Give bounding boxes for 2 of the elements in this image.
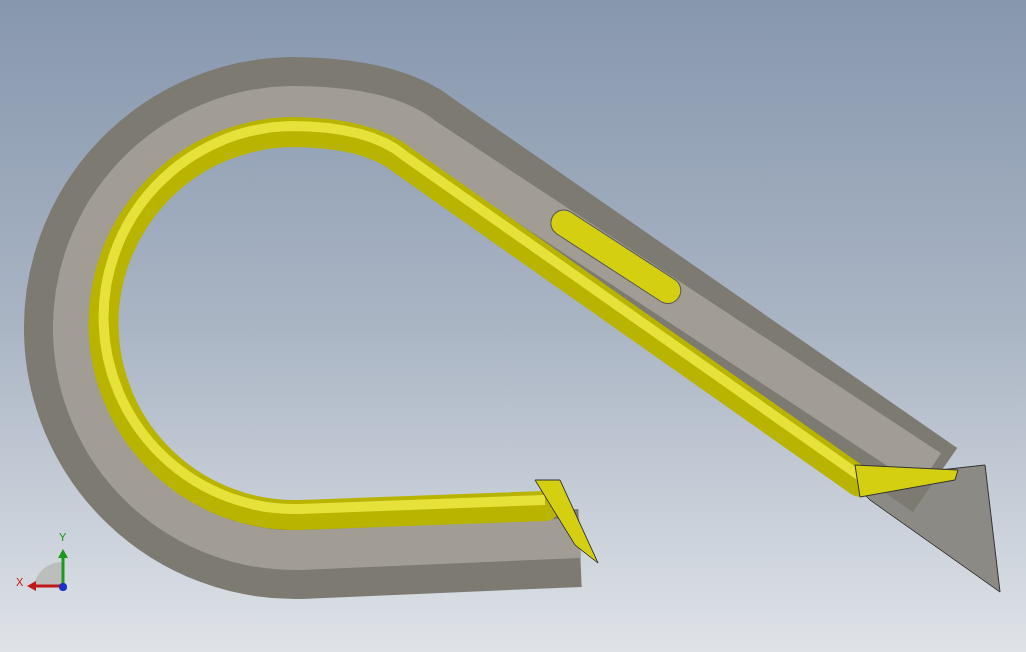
x-axis-label: X: [16, 577, 24, 588]
y-axis-label: Y: [59, 532, 67, 543]
